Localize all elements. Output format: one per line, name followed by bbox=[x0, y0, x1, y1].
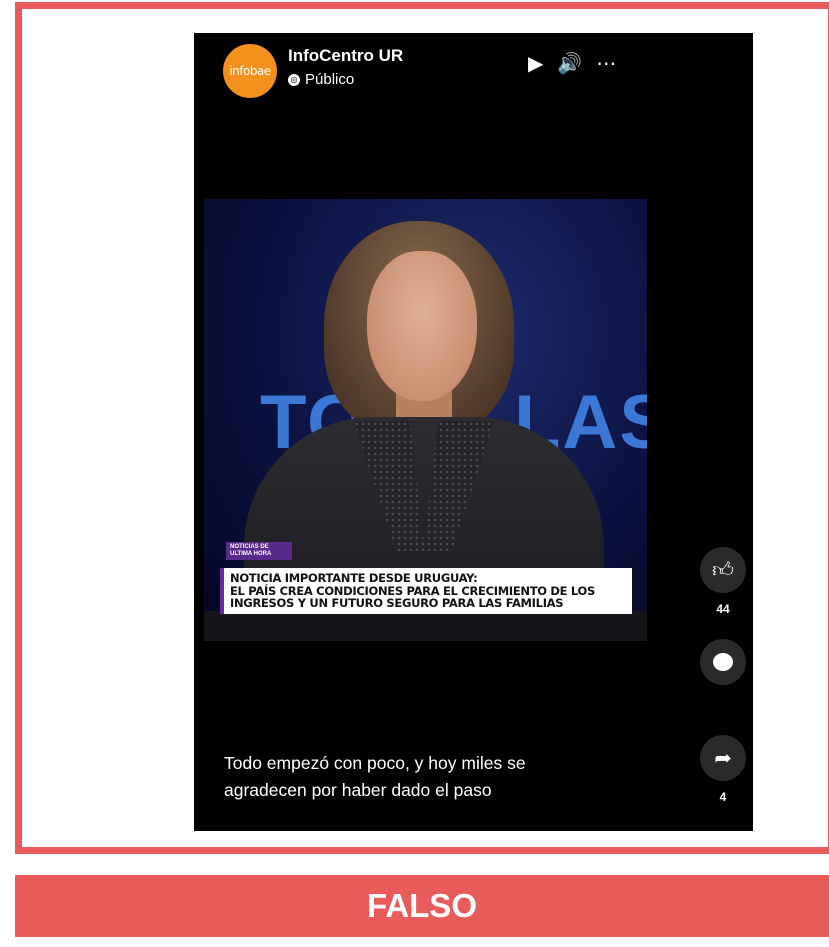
verdict-banner: FALSO bbox=[15, 875, 829, 937]
share-arrow-icon: ➦ bbox=[714, 746, 732, 770]
more-icon[interactable]: ⋯ bbox=[596, 53, 616, 75]
play-icon[interactable]: ▶ bbox=[528, 53, 543, 75]
news-headline: NOTICIA IMPORTANTE DESDE URUGUAY: EL PAÍ… bbox=[220, 568, 632, 614]
caption-line-1: Todo empezó con poco, y hoy miles se bbox=[224, 753, 526, 773]
caption-line-2: agradecen por haber dado el paso bbox=[224, 780, 492, 800]
like-button[interactable]: 👍︎ bbox=[700, 547, 746, 593]
player-controls: ▶ 🔊 ⋯ bbox=[528, 53, 616, 75]
privacy-indicator: ◎ Público bbox=[288, 71, 354, 88]
channel-name[interactable]: InfoCentro UR bbox=[288, 46, 403, 66]
comment-bubble-icon bbox=[713, 653, 733, 671]
volume-icon[interactable]: 🔊 bbox=[557, 53, 582, 75]
share-count: 4 bbox=[719, 790, 727, 804]
tag-line-2: ULTIMA HORA bbox=[230, 551, 272, 557]
video-post: infobae InfoCentro UR ◎ Público ▶ 🔊 ⋯ TO… bbox=[194, 33, 753, 831]
like-count: 44 bbox=[716, 602, 730, 616]
channel-avatar[interactable]: infobae bbox=[223, 44, 277, 98]
verdict-label: FALSO bbox=[366, 887, 477, 924]
post-caption: Todo empezó con poco, y hoy miles se agr… bbox=[224, 750, 624, 804]
share-button[interactable]: ➦ bbox=[700, 735, 746, 781]
globe-icon: ◎ bbox=[288, 73, 300, 86]
thumbs-up-icon: 👍︎ bbox=[712, 559, 734, 582]
comment-action bbox=[700, 639, 746, 685]
like-action: 👍︎ 44 bbox=[700, 547, 746, 616]
headline-line-3: INGRESOS Y UN FUTURO SEGURO PARA LAS FAM… bbox=[230, 596, 564, 610]
presenter-face bbox=[367, 251, 477, 401]
share-action: ➦ 4 bbox=[700, 735, 746, 804]
video-frame[interactable]: TO LAS NOTICIAS DE ULTIMA HORA NOTICIA I… bbox=[204, 199, 647, 641]
comment-button[interactable] bbox=[700, 639, 746, 685]
headline-line-1: NOTICIA IMPORTANTE DESDE URUGUAY: bbox=[230, 571, 478, 585]
breaking-news-tag: NOTICIAS DE ULTIMA HORA bbox=[226, 542, 292, 560]
tag-line-1: NOTICIAS DE bbox=[230, 544, 269, 550]
lower-third-bar bbox=[204, 611, 647, 641]
privacy-label: Público bbox=[305, 71, 355, 88]
